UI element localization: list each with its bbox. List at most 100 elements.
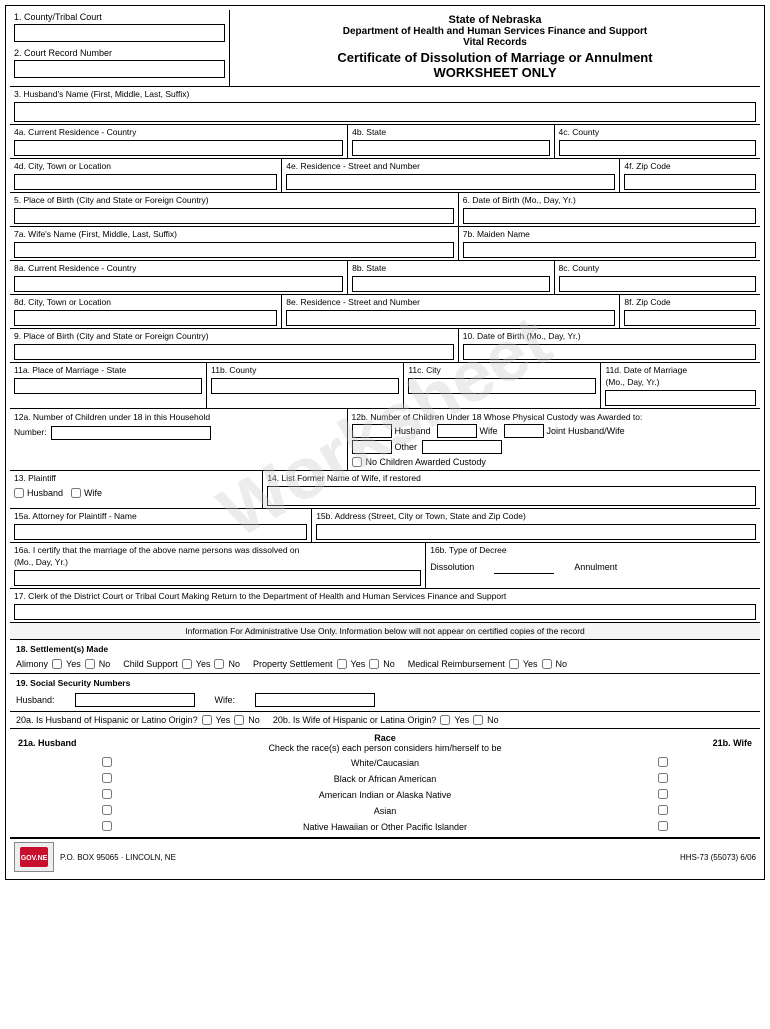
f18-prop-no-cb[interactable] bbox=[369, 659, 379, 669]
custody-none-checkbox[interactable] bbox=[352, 457, 362, 467]
f18-child-no-cb[interactable] bbox=[214, 659, 224, 669]
f4a-input[interactable] bbox=[14, 140, 343, 156]
f7b-input[interactable] bbox=[463, 242, 756, 258]
f9-input[interactable] bbox=[14, 344, 454, 360]
row-20: 20a. Is Husband of Hispanic or Latino Or… bbox=[10, 712, 760, 729]
f4d-input[interactable] bbox=[14, 174, 277, 190]
f15a-input[interactable] bbox=[14, 524, 307, 540]
f12a-input[interactable] bbox=[51, 426, 211, 440]
f18-yes1: Yes bbox=[66, 659, 81, 669]
row-16: 16a. I certify that the marriage of the … bbox=[10, 543, 760, 589]
race-table: 21a. Husband Race Check the race(s) each… bbox=[14, 731, 756, 835]
row-12: 12a. Number of Children under 18 in this… bbox=[10, 409, 760, 471]
custody-husband-label: Husband bbox=[395, 426, 431, 436]
race2-wife-cb[interactable] bbox=[658, 773, 668, 783]
f19-wife-input[interactable] bbox=[255, 693, 375, 707]
race4-wife-cb[interactable] bbox=[658, 805, 668, 815]
race1-husband-cb[interactable] bbox=[102, 757, 112, 767]
f20a-yes-cb[interactable] bbox=[202, 715, 212, 725]
f8b-input[interactable] bbox=[352, 276, 549, 292]
row-18: 18. Settlement(s) Made Alimony Yes No Ch… bbox=[10, 640, 760, 674]
admin-notice: Information For Administrative Use Only.… bbox=[10, 623, 760, 640]
f4b-input[interactable] bbox=[352, 140, 549, 156]
row-1314: 13. Plaintiff Husband Wife 14. List Form… bbox=[10, 471, 760, 509]
race-row-3: American Indian or Alaska Native bbox=[14, 787, 756, 803]
f5-input[interactable] bbox=[14, 208, 454, 224]
f3-input[interactable] bbox=[14, 102, 756, 122]
f18-prop-yes-cb[interactable] bbox=[337, 659, 347, 669]
f18-no1: No bbox=[99, 659, 111, 669]
f20a-no-cb[interactable] bbox=[234, 715, 244, 725]
f18-label: 18. Settlement(s) Made bbox=[16, 644, 754, 654]
court-record-label: 2. Court Record Number bbox=[14, 48, 225, 58]
f18-alimony-yes-cb[interactable] bbox=[52, 659, 62, 669]
f20b-no-cb[interactable] bbox=[473, 715, 483, 725]
f15b-input[interactable] bbox=[316, 524, 756, 540]
f11b-input[interactable] bbox=[211, 378, 399, 394]
custody-other-text[interactable] bbox=[422, 440, 502, 454]
f8e-input[interactable] bbox=[286, 310, 615, 326]
f20b-yes-cb[interactable] bbox=[440, 715, 450, 725]
f8a-input[interactable] bbox=[14, 276, 343, 292]
race-row-5: Native Hawaiian or Other Pacific Islande… bbox=[14, 819, 756, 835]
f4f-input[interactable] bbox=[624, 174, 756, 190]
race3-wife-cb[interactable] bbox=[658, 789, 668, 799]
f4d-label: 4d. City, Town or Location bbox=[14, 161, 277, 171]
f4e-input[interactable] bbox=[286, 174, 615, 190]
row-8def: 8d. City, Town or Location 8e. Residence… bbox=[10, 295, 760, 329]
f16a-label: 16a. I certify that the marriage of the … bbox=[14, 545, 421, 555]
county-court-input[interactable] bbox=[14, 24, 225, 42]
f21a-header: 21a. Husband bbox=[14, 731, 200, 755]
f18-yes2: Yes bbox=[196, 659, 211, 669]
court-record-input[interactable] bbox=[14, 60, 225, 78]
cert-title: Certificate of Dissolution of Marriage o… bbox=[238, 50, 752, 65]
f13-wife-cb[interactable] bbox=[71, 488, 81, 498]
race4-husband-cb[interactable] bbox=[102, 805, 112, 815]
f11a-input[interactable] bbox=[14, 378, 202, 394]
f14-input[interactable] bbox=[267, 486, 756, 506]
f16b-dissolution-input[interactable] bbox=[494, 560, 554, 574]
f10-label: 10. Date of Birth (Mo., Day, Yr.) bbox=[463, 331, 756, 341]
f11c-input[interactable] bbox=[408, 378, 596, 394]
f7a-input[interactable] bbox=[14, 242, 454, 258]
f18-med-no-cb[interactable] bbox=[542, 659, 552, 669]
f6-input[interactable] bbox=[463, 208, 756, 224]
custody-other-input[interactable] bbox=[352, 440, 392, 454]
race4-label: Asian bbox=[200, 803, 571, 819]
race5-husband-cb[interactable] bbox=[102, 821, 112, 831]
footer-hhs: HHS-73 (55073) 6/06 bbox=[680, 853, 756, 862]
race5-wife-cb[interactable] bbox=[658, 821, 668, 831]
custody-joint-input[interactable] bbox=[504, 424, 544, 438]
race1-wife-cb[interactable] bbox=[658, 757, 668, 767]
f18-alimony: Alimony bbox=[16, 659, 48, 669]
f17-input[interactable] bbox=[14, 604, 756, 620]
f4c-label: 4c. County bbox=[559, 127, 756, 137]
f8c-input[interactable] bbox=[559, 276, 756, 292]
f8a-label: 8a. Current Residence - Country bbox=[14, 263, 343, 273]
f18-child: Child Support bbox=[123, 659, 178, 669]
f8d-input[interactable] bbox=[14, 310, 277, 326]
f17-label: 17. Clerk of the District Court or Triba… bbox=[14, 591, 756, 601]
f20b-label: 20b. Is Wife of Hispanic or Latina Origi… bbox=[273, 715, 437, 725]
race5-label: Native Hawaiian or Other Pacific Islande… bbox=[200, 819, 571, 835]
f11d-input[interactable] bbox=[605, 390, 756, 406]
f19-husband-input[interactable] bbox=[75, 693, 195, 707]
f12a-number-label: Number: bbox=[14, 427, 47, 437]
custody-joint: Joint Husband/Wife bbox=[504, 424, 625, 438]
f18-alimony-no-cb[interactable] bbox=[85, 659, 95, 669]
custody-wife-label: Wife bbox=[480, 426, 498, 436]
race2-husband-cb[interactable] bbox=[102, 773, 112, 783]
f18-child-yes-cb[interactable] bbox=[182, 659, 192, 669]
custody-wife-input[interactable] bbox=[437, 424, 477, 438]
f13-husband-cb[interactable] bbox=[14, 488, 24, 498]
f10-input[interactable] bbox=[463, 344, 756, 360]
race-section: 21a. Husband Race Check the race(s) each… bbox=[10, 729, 760, 838]
custody-husband-input[interactable] bbox=[352, 424, 392, 438]
f20a-label: 20a. Is Husband of Hispanic or Latino Or… bbox=[16, 715, 198, 725]
race3-husband-cb[interactable] bbox=[102, 789, 112, 799]
f16b-dissolution: Dissolution bbox=[430, 562, 474, 572]
f8f-input[interactable] bbox=[624, 310, 756, 326]
f18-med-yes-cb[interactable] bbox=[509, 659, 519, 669]
f16a-input[interactable] bbox=[14, 570, 421, 586]
f4c-input[interactable] bbox=[559, 140, 756, 156]
